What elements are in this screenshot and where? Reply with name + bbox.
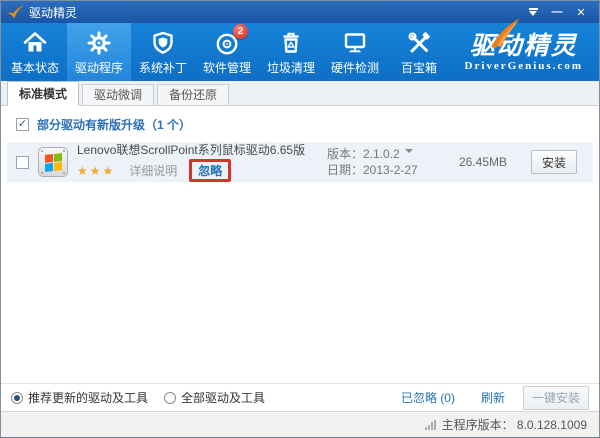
toolbar-item-system-patches[interactable]: 系统补丁 [131, 23, 195, 81]
app-window: 驱动精灵 — ✕ 基本状态 驱动程序 系统补丁 2 [0, 0, 600, 438]
driver-checkbox[interactable] [16, 156, 29, 169]
update-count-badge: 2 [233, 24, 248, 39]
mode-tabbar: 标准模式 驱动微调 备份还原 [1, 81, 599, 106]
toolbar-item-hardware-check[interactable]: 硬件检测 [323, 23, 387, 81]
toolbar-item-drivers[interactable]: 驱动程序 [67, 23, 131, 81]
main-toolbar: 基本状态 驱动程序 系统补丁 2 软件管理 垃圾清理 [1, 23, 599, 81]
install-button[interactable]: 安装 [531, 150, 577, 174]
rating-stars-icon: ★★★ [77, 164, 115, 178]
tab-backup-restore[interactable]: 备份还原 [157, 84, 229, 105]
tab-driver-tuning[interactable]: 驱动微调 [82, 84, 154, 105]
content-area: ✓ 部分驱动有新版升级（1 个） Lenovo联想ScrollPoint系列鼠标… [1, 106, 599, 383]
tools-icon [406, 28, 432, 56]
minimize-icon[interactable]: — [545, 3, 569, 21]
trash-icon [278, 28, 304, 56]
toolbar-item-toolbox[interactable]: 百宝箱 [387, 23, 451, 81]
titlebar: 驱动精灵 — ✕ [1, 1, 599, 23]
radio-recommended-drivers[interactable]: 推荐更新的驱动及工具 [11, 389, 148, 406]
toolbar-item-basic-status[interactable]: 基本状态 [3, 23, 67, 81]
tab-standard-mode[interactable]: 标准模式 [7, 81, 79, 106]
logo-cn-text: 驱动精灵 [470, 33, 578, 60]
menu-icon[interactable] [521, 3, 545, 21]
close-icon[interactable]: ✕ [569, 3, 593, 21]
one-click-install-button[interactable]: 一键安装 [523, 386, 589, 410]
select-all-checkbox[interactable]: ✓ [16, 118, 29, 131]
app-logo-check-icon [7, 5, 24, 20]
radio-selected-icon [11, 392, 23, 404]
driver-date: 日期：2013-2-27 [327, 162, 435, 178]
update-section-header: ✓ 部分驱动有新版升级（1 个） [7, 115, 593, 142]
toolbar-item-label: 基本状态 [11, 59, 59, 76]
gear-icon [86, 28, 112, 56]
driver-size: 26.45MB [435, 155, 531, 169]
toolbar-item-label: 驱动程序 [75, 59, 123, 76]
toolbar-item-label: 百宝箱 [401, 59, 437, 76]
monitor-icon [342, 28, 368, 56]
driver-name: Lenovo联想ScrollPoint系列鼠标驱动6.65版 [77, 142, 327, 158]
logo-en-text: DriverGenius.com [465, 60, 583, 72]
ignored-link[interactable]: 已忽略 (0) [401, 389, 455, 406]
status-bar: 主程序版本： 8.0.128.1009 [1, 411, 599, 437]
home-icon [22, 28, 48, 56]
section-header-label: 部分驱动有新版升级（1 个） [37, 116, 191, 133]
refresh-link[interactable]: 刷新 [481, 389, 505, 406]
annotation-red-box: 忽略 [189, 159, 231, 182]
radio-recommended-label: 推荐更新的驱动及工具 [28, 389, 148, 406]
shield-icon [150, 28, 176, 56]
radio-all-drivers[interactable]: 全部驱动及工具 [164, 389, 265, 406]
detail-link[interactable]: 详细说明 [129, 162, 177, 179]
toolbar-item-software-manager[interactable]: 2 软件管理 [195, 23, 259, 81]
driver-genius-logo: 驱动精灵 DriverGenius.com [465, 23, 583, 81]
toolbar-item-label: 软件管理 [203, 59, 251, 76]
radio-unselected-icon [164, 392, 176, 404]
driver-version: 版本：2.1.0.2 [327, 147, 400, 161]
toolbar-item-label: 系统补丁 [139, 59, 187, 76]
toolbar-item-label: 垃圾清理 [267, 59, 315, 76]
toolbar-item-label: 硬件检测 [331, 59, 379, 76]
radio-all-label: 全部驱动及工具 [181, 389, 265, 406]
footer-bar: 推荐更新的驱动及工具 全部驱动及工具 已忽略 (0) 刷新 一键安装 [1, 383, 599, 411]
version-dropdown-icon[interactable] [405, 149, 413, 157]
window-title: 驱动精灵 [29, 4, 77, 21]
driver-row: Lenovo联想ScrollPoint系列鼠标驱动6.65版 ★★★ 详细说明 … [7, 142, 593, 182]
windows-driver-icon [38, 147, 68, 177]
toolbar-item-junk-cleaner[interactable]: 垃圾清理 [259, 23, 323, 81]
ignore-link[interactable]: 忽略 [198, 162, 222, 179]
driver-version-info: 版本：2.1.0.2 日期：2013-2-27 [327, 146, 435, 178]
signal-bars-icon [425, 420, 436, 430]
program-version-text: 主程序版本： 8.0.128.1009 [442, 416, 587, 433]
